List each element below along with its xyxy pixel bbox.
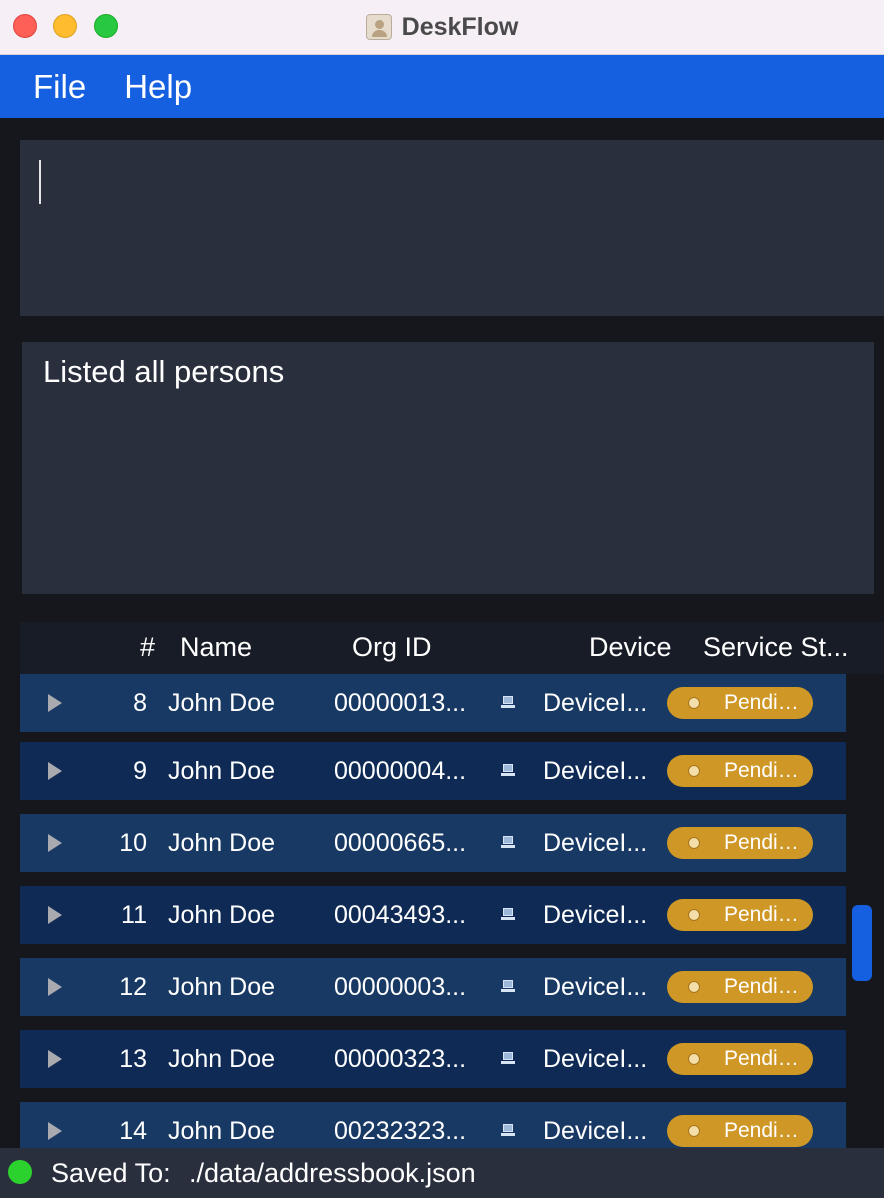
laptop-icon bbox=[501, 980, 515, 994]
clock-icon bbox=[688, 981, 700, 993]
expand-arrow-icon[interactable] bbox=[48, 1122, 62, 1140]
row-index: 12 bbox=[119, 973, 147, 1001]
row-index: 11 bbox=[121, 901, 147, 929]
clock-icon bbox=[688, 1125, 700, 1137]
clock-icon bbox=[688, 697, 700, 709]
expand-arrow-icon[interactable] bbox=[48, 834, 62, 852]
expand-arrow-icon[interactable] bbox=[48, 978, 62, 996]
result-display: Listed all persons bbox=[22, 342, 874, 594]
row-device: DeviceI... bbox=[543, 1117, 648, 1145]
clock-icon bbox=[688, 765, 700, 777]
row-org-id: 00000323... bbox=[334, 1045, 467, 1073]
table-row[interactable]: 12 John Doe 00000003... DeviceI... Pendi… bbox=[20, 958, 846, 1016]
column-header-index[interactable]: # bbox=[140, 632, 155, 663]
status-badge: Pendin... bbox=[667, 1043, 813, 1075]
row-index: 13 bbox=[119, 1045, 147, 1073]
status-badge: Pendin... bbox=[667, 687, 813, 719]
status-label: Saved To: bbox=[51, 1158, 171, 1188]
row-device: DeviceI... bbox=[543, 973, 648, 1001]
status-badge: Pendin... bbox=[667, 827, 813, 859]
row-device: DeviceI... bbox=[543, 901, 648, 929]
laptop-icon bbox=[501, 1052, 515, 1066]
table-scrollbar-thumb[interactable] bbox=[852, 905, 872, 981]
row-org-id: 00232323... bbox=[334, 1117, 467, 1145]
row-name: John Doe bbox=[168, 1045, 276, 1073]
table-row[interactable]: 8 John Doe 00000013... DeviceI... Pendin… bbox=[20, 674, 846, 732]
window-title: DeskFlow bbox=[401, 12, 519, 41]
clock-icon bbox=[688, 837, 700, 849]
row-device: DeviceI... bbox=[543, 689, 648, 717]
row-name: John Doe bbox=[168, 689, 276, 717]
status-bar: Saved To: ./data/addressbook.json bbox=[0, 1148, 884, 1198]
person-table: # Name Org ID Device Service St... 8 Joh… bbox=[20, 622, 884, 1148]
expand-arrow-icon[interactable] bbox=[48, 1050, 62, 1068]
menu-bar: File Help bbox=[0, 55, 884, 118]
row-name: John Doe bbox=[168, 757, 276, 785]
laptop-icon bbox=[501, 764, 515, 778]
column-header-name[interactable]: Name bbox=[180, 632, 252, 663]
row-device: DeviceI... bbox=[543, 829, 648, 857]
expand-arrow-icon[interactable] bbox=[48, 762, 62, 780]
row-name: John Doe bbox=[168, 1117, 276, 1145]
row-device: DeviceI... bbox=[543, 1045, 648, 1073]
result-message: Listed all persons bbox=[43, 354, 285, 389]
row-device: DeviceI... bbox=[543, 757, 648, 785]
row-org-id: 00000013... bbox=[334, 689, 467, 717]
table-row[interactable]: 11 John Doe 00043493... DeviceI... Pendi… bbox=[20, 886, 846, 944]
laptop-icon bbox=[501, 836, 515, 850]
clock-icon bbox=[688, 1053, 700, 1065]
row-org-id: 00000003... bbox=[334, 973, 467, 1001]
laptop-icon bbox=[501, 1124, 515, 1138]
row-name: John Doe bbox=[168, 973, 276, 1001]
status-badge: Pendin... bbox=[667, 899, 813, 931]
menu-help[interactable]: Help bbox=[124, 68, 192, 106]
row-name: John Doe bbox=[168, 901, 276, 929]
row-index: 10 bbox=[119, 829, 147, 857]
row-index: 8 bbox=[133, 689, 147, 717]
row-org-id: 00000004... bbox=[334, 757, 467, 785]
table-row[interactable]: 13 John Doe 00000323... DeviceI... Pendi… bbox=[20, 1030, 846, 1088]
table-header: # Name Org ID Device Service St... bbox=[20, 622, 884, 674]
clock-icon bbox=[688, 909, 700, 921]
address-book-icon bbox=[365, 14, 392, 40]
laptop-icon bbox=[501, 696, 515, 710]
column-header-org-id[interactable]: Org ID bbox=[352, 632, 432, 663]
saved-status-indicator-icon bbox=[8, 1160, 32, 1184]
status-badge: Pendin... bbox=[667, 1115, 813, 1147]
text-caret bbox=[39, 160, 41, 204]
table-row[interactable]: 9 John Doe 00000004... DeviceI... Pendin… bbox=[20, 742, 846, 800]
laptop-icon bbox=[501, 908, 515, 922]
menu-file[interactable]: File bbox=[33, 68, 86, 106]
save-path: ./data/addressbook.json bbox=[189, 1158, 476, 1188]
row-org-id: 00000665... bbox=[334, 829, 467, 857]
row-org-id: 00043493... bbox=[334, 901, 467, 929]
expand-arrow-icon[interactable] bbox=[48, 906, 62, 924]
row-index: 9 bbox=[133, 757, 147, 785]
title-bar: DeskFlow bbox=[0, 0, 884, 55]
row-name: John Doe bbox=[168, 829, 276, 857]
row-index: 14 bbox=[119, 1117, 147, 1145]
status-badge: Pendin... bbox=[667, 755, 813, 787]
table-row[interactable]: 14 John Doe 00232323... DeviceI... Pendi… bbox=[20, 1102, 846, 1148]
column-header-service-status[interactable]: Service St... bbox=[703, 632, 849, 663]
column-header-device[interactable]: Device bbox=[589, 632, 672, 663]
command-input[interactable] bbox=[20, 140, 884, 316]
table-row[interactable]: 10 John Doe 00000665... DeviceI... Pendi… bbox=[20, 814, 846, 872]
expand-arrow-icon[interactable] bbox=[48, 694, 62, 712]
status-badge: Pendin... bbox=[667, 971, 813, 1003]
